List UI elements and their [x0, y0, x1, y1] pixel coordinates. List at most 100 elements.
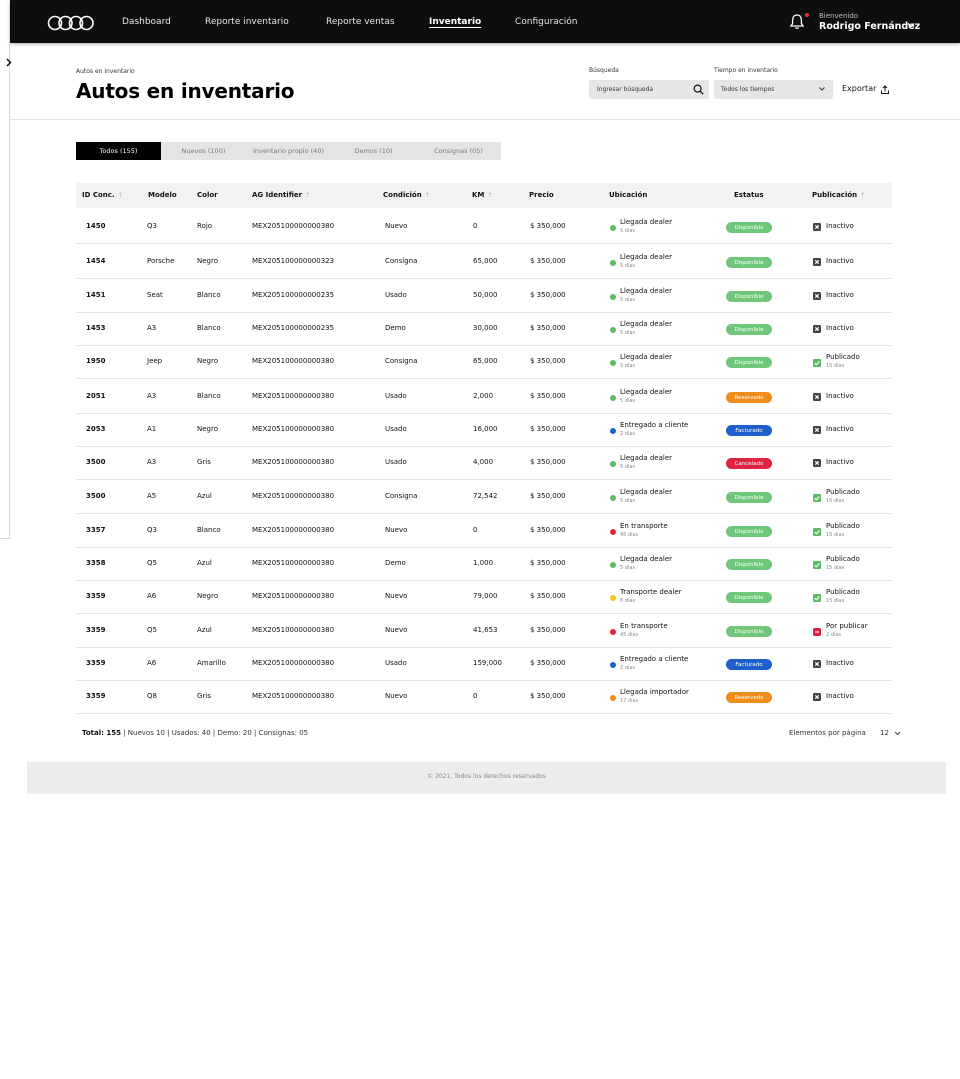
column-header-condicion[interactable]: Condición ↑ [383, 191, 430, 199]
sort-icon[interactable]: ↑ [487, 192, 492, 199]
nav-configuracion[interactable]: Configuración [515, 17, 577, 27]
publication-status: Inactivo [826, 425, 854, 433]
sort-icon[interactable]: ↑ [860, 192, 865, 199]
cell-modelo: A1 [147, 425, 157, 433]
nav-dashboard[interactable]: Dashboard [122, 17, 171, 27]
cell-precio: $ 350,000 [530, 559, 566, 567]
cell-ag-identifier: MEX205100000000380 [252, 692, 335, 700]
column-header-ubicacion: Ubicación [609, 191, 648, 199]
sort-icon[interactable]: ↑ [425, 192, 430, 199]
cell-id: 3500 [86, 458, 106, 466]
tab-demos[interactable]: Demos (10) [331, 142, 416, 160]
x-square-icon[interactable] [813, 325, 821, 333]
location-days: 2 días [620, 431, 636, 437]
export-button[interactable]: Exportar [842, 84, 876, 96]
cell-condicion: Nuevo [385, 222, 408, 230]
tab-consignas[interactable]: Consignas (05) [416, 142, 501, 160]
location-days: 45 días [620, 532, 639, 538]
cell-color: Negro [197, 592, 218, 600]
status-badge: Disponible [726, 324, 772, 335]
export-icon[interactable] [880, 85, 890, 95]
user-name[interactable]: Rodrigo Fernández [819, 21, 920, 32]
column-header-id[interactable]: ID Conc. ↑ [82, 191, 123, 199]
cell-precio: $ 350,000 [530, 492, 566, 500]
publication-status: Inactivo [826, 659, 854, 667]
location-days: 2 días [620, 665, 636, 671]
check-square-icon[interactable] [813, 594, 821, 602]
column-header-ag-identifier[interactable]: AG Identifier ↑ [252, 191, 310, 199]
x-square-icon[interactable] [813, 393, 821, 401]
x-square-icon[interactable] [813, 660, 821, 668]
cell-color: Blanco [197, 291, 221, 299]
publication-status: Inactivo [826, 222, 854, 230]
cell-id: 1453 [86, 324, 106, 332]
publication-status: Inactivo [826, 257, 854, 265]
x-square-icon[interactable] [813, 459, 821, 467]
check-square-icon[interactable] [813, 528, 821, 536]
cell-condicion: Demo [385, 559, 406, 567]
status-badge: Disponible [726, 291, 772, 302]
sort-icon[interactable]: ↑ [118, 192, 123, 199]
x-square-icon[interactable] [813, 426, 821, 434]
cell-color: Amarillo [197, 659, 226, 667]
cell-id: 3359 [86, 626, 106, 634]
location-status-dot [610, 595, 616, 601]
cell-ag-identifier: MEX205100000000380 [252, 458, 335, 466]
cell-modelo: A3 [147, 392, 157, 400]
cell-id: 2053 [86, 425, 106, 433]
column-header-publicacion[interactable]: Publicación ↑ [812, 191, 865, 199]
page-footer: © 2021. Todos los derechos reservados [27, 762, 946, 794]
cell-precio: $ 350,000 [530, 626, 566, 634]
cell-ag-identifier: MEX205100000000380 [252, 222, 335, 230]
breadcrumb[interactable]: Autos en inventario [76, 68, 135, 75]
chevron-down-icon[interactable] [906, 20, 916, 30]
tab-inventario-propio[interactable]: Inventario propio (40) [246, 142, 331, 160]
sidebar-collapsed [0, 43, 10, 539]
check-square-icon[interactable] [813, 494, 821, 502]
x-square-icon[interactable] [813, 693, 821, 701]
time-filter-select[interactable]: Todos los tiempos [714, 80, 833, 99]
cell-condicion: Nuevo [385, 692, 408, 700]
location-label: Entregado a cliente [620, 421, 689, 429]
search-icon[interactable] [693, 84, 704, 95]
cell-color: Blanco [197, 324, 221, 332]
row-divider [76, 446, 892, 447]
bell-icon[interactable] [789, 13, 805, 30]
cell-ag-identifier: MEX205100000000380 [252, 592, 335, 600]
search-input[interactable] [597, 84, 687, 95]
audi-logo-icon[interactable] [47, 14, 95, 32]
nav-reporte-ventas[interactable]: Reporte ventas [326, 17, 395, 27]
check-square-icon[interactable] [813, 561, 821, 569]
column-header-label: KM [472, 191, 485, 199]
publication-status: Publicado [826, 555, 860, 563]
publication-status: Inactivo [826, 692, 854, 700]
search-box[interactable] [589, 80, 709, 99]
per-page-select[interactable]: 12 [880, 729, 889, 737]
cell-km: 0 [473, 222, 478, 230]
per-page-label: Elementos por página [789, 729, 866, 737]
publication-status: Inactivo [826, 458, 854, 466]
chevron-right-icon[interactable] [4, 57, 13, 68]
check-square-icon[interactable] [813, 359, 821, 367]
search-label: Búsqueda [589, 67, 619, 74]
nav-inventario[interactable]: Inventario [429, 17, 481, 27]
location-status-dot [610, 360, 616, 366]
nav-reporte-inventario[interactable]: Reporte inventario [205, 17, 289, 27]
sort-icon[interactable]: ↑ [305, 192, 310, 199]
cell-modelo: A3 [147, 324, 157, 332]
copyright-text: © 2021. Todos los derechos reservados [427, 773, 546, 780]
minus-square-icon[interactable] [813, 628, 821, 636]
x-square-icon[interactable] [813, 258, 821, 266]
location-label: Llegada importador [620, 688, 689, 696]
tab-nuevos[interactable]: Nuevos (100) [161, 142, 246, 160]
cell-condicion: Consigna [385, 357, 418, 365]
chevron-down-icon[interactable] [894, 730, 901, 737]
location-status-dot [610, 695, 616, 701]
column-header-km[interactable]: KM ↑ [472, 191, 492, 199]
cell-color: Negro [197, 425, 218, 433]
cell-ag-identifier: MEX205100000000380 [252, 492, 335, 500]
tab-todos[interactable]: Todos (155) [76, 142, 161, 160]
cell-km: 65,000 [473, 257, 498, 265]
x-square-icon[interactable] [813, 223, 821, 231]
x-square-icon[interactable] [813, 292, 821, 300]
